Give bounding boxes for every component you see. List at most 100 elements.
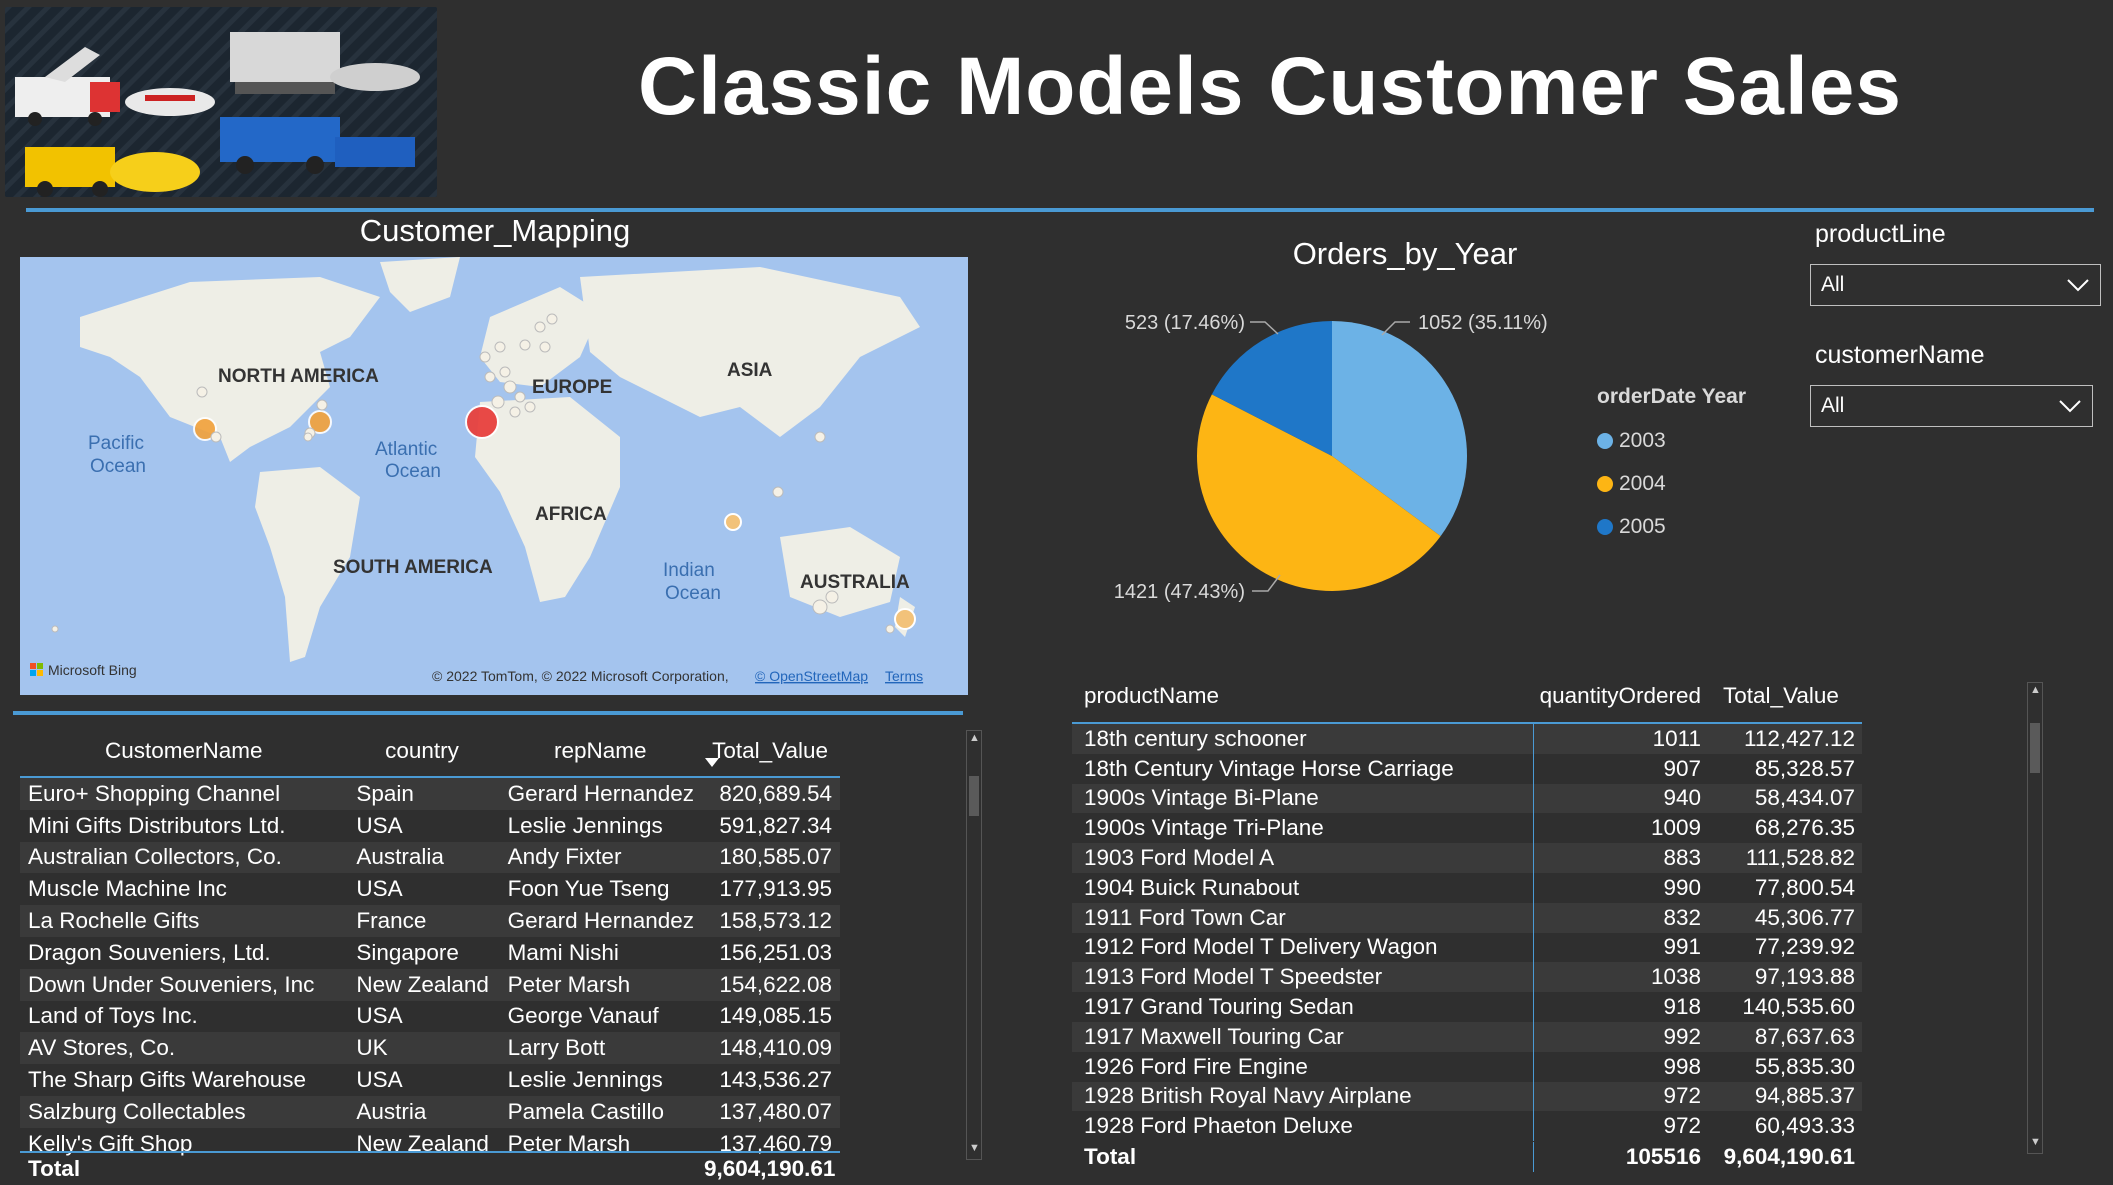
cell-quantity-ordered: 832 [1663,904,1701,930]
table-row[interactable]: Land of Toys Inc. USA George Vanauf 149,085… [20,1001,840,1033]
table-row[interactable]: 1928 British Royal Navy Airplane 972 94,88… [1072,1081,1862,1112]
customer-bubble [491,395,505,409]
world-map[interactable]: NORTH AMERICA EUROPE ASIA AFRICA SOUTH A… [20,257,968,695]
table-row[interactable]: Dragon Souveniers, Ltd. Singapore Mami Nis… [20,937,840,969]
col-header-product-name[interactable]: productName [1072,670,1534,722]
legend-item-2004[interactable]: 2004 [1597,462,1746,505]
table-row[interactable]: 1917 Maxwell Touring Car 992 87,637.63 [1072,1021,1862,1052]
table-row[interactable]: 1911 Ford Town Car 832 45,306.77 [1072,902,1862,933]
table-row[interactable]: Australian Collectors, Co. Australia Andy … [20,841,840,874]
cell-rep-name: Leslie Jennings [507,1067,663,1093]
table-row[interactable]: 1917 Grand Touring Sedan 918 140,535.60 [1072,992,1862,1022]
customer-table-scrollbar[interactable]: ▲ ▼ [966,730,982,1160]
customer-name-slicer-label: customerName [1815,341,1985,369]
table-row[interactable]: Euro+ Shopping Channel Spain Gerard Hernan… [20,778,840,810]
cell-country: New Zealand [356,971,489,997]
col-header-total-value[interactable]: Total_Value [1707,683,1857,709]
table-row[interactable]: 1912 Ford Model T Delivery Wagon 991 77,23… [1072,932,1862,963]
table-row[interactable]: Muscle Machine Inc USA Foon Yue Tseng 177,9… [20,873,840,905]
cell-customer-name: Dragon Souveniers, Ltd. [28,939,271,965]
cell-rep-name: Gerard Hernandez [507,908,695,934]
pie-chart[interactable]: 1052 (35.11%) 523 (17.46%) 1421 (47.43%) [1060,290,1580,630]
col-header-customer-name[interactable]: CustomerName [20,738,348,764]
customer-table-header: CustomerName country repName Total_Value [20,726,840,778]
table-row[interactable]: 1900s Vintage Tri-Plane 1009 68,276.35 [1072,813,1862,844]
product-line-dropdown[interactable]: All [1810,264,2101,306]
legend-item-2005[interactable]: 2005 [1597,505,1746,548]
ocean-indian-2: Ocean [665,583,721,604]
table-row[interactable]: The Sharp Gifts Warehouse USA Leslie Jenni… [20,1064,840,1096]
product-line-selected: All [1821,273,1845,296]
table-row[interactable]: La Rochelle Gifts France Gerard Hernandez 1… [20,905,840,937]
table-row[interactable]: 1904 Buick Runabout 990 77,800.54 [1072,872,1862,903]
customer-name-dropdown[interactable]: All [1810,385,2093,427]
cell-country: USA [356,1067,403,1093]
bing-label: Microsoft Bing [48,662,137,678]
map-attribution: © 2022 TomTom, © 2022 Microsoft Corporat… [432,668,729,684]
map-terms-link[interactable]: Terms [885,668,923,684]
table-row[interactable]: Down Under Souveniers, Inc New Zealand Pet… [20,968,840,1001]
cell-total-value: 137,480.07 [719,1098,832,1124]
cell-quantity-ordered: 883 [1663,845,1701,871]
scroll-up-icon[interactable]: ▲ [969,733,980,744]
orders-by-year-chart[interactable]: 1052 (35.11%) 523 (17.46%) 1421 (47.43%) [1060,290,1580,635]
col-header-rep-name[interactable]: repName [496,738,700,764]
col-header-country[interactable]: country [348,738,497,764]
cell-country: Singapore [356,939,459,965]
cell-product-name: 1926 Ford Fire Engine [1072,1051,1534,1082]
cell-customer-name: AV Stores, Co. [28,1035,176,1061]
col-header-total-value[interactable]: Total_Value [700,738,840,764]
cell-product-name: 18th century schooner [1072,724,1534,754]
cell-total-value: 156,251.03 [719,939,832,965]
product-table-scrollbar[interactable]: ▲ ▼ [2027,682,2043,1154]
map-title: Customer_Mapping [359,213,631,248]
customer-bubble [499,366,511,378]
product-table: productName quantityOrdered Total_Value … [1072,670,1862,1142]
cell-customer-name: Mini Gifts Distributors Ltd. [28,812,286,838]
customer-bubble [539,341,551,353]
table-row[interactable]: 18th Century Vintage Horse Carriage 907 85… [1072,753,1862,784]
cell-quantity-ordered: 1009 [1650,815,1701,841]
scroll-down-icon[interactable]: ▼ [969,1143,980,1154]
table-row[interactable]: 1903 Ford Model A 883 111,528.82 [1072,843,1862,873]
product-table-scroll-thumb[interactable] [2030,723,2040,773]
continent-africa: AFRICA [535,504,607,525]
col-header-quantity-ordered[interactable]: quantityOrdered [1534,683,1707,709]
customer-table-scroll-thumb[interactable] [969,776,979,816]
cell-total-value: 58,434.07 [1754,785,1855,811]
table-row[interactable]: 1913 Ford Model T Speedster 1038 97,193.88 [1072,962,1862,993]
table-row[interactable]: 1928 Ford Phaeton Deluxe 972 60,493.33 [1072,1111,1862,1142]
scroll-up-icon[interactable]: ▲ [2030,685,2041,696]
table-row[interactable]: 1900s Vintage Bi-Plane 940 58,434.07 [1072,783,1862,814]
cell-rep-name: Larry Bott [507,1035,606,1061]
customer-bubble [825,590,839,604]
pie-label-2005: 523 (17.46%) [1125,312,1245,334]
header-image-toy-cars [5,7,437,197]
ocean-atlantic-2: Ocean [385,461,441,482]
table-row[interactable]: 18th century schooner 1011 112,427.12 [1072,724,1862,754]
cell-country: Australia [356,844,444,870]
table-row[interactable]: AV Stores, Co. UK Larry Bott 148,410.09 [20,1032,840,1065]
scroll-down-icon[interactable]: ▼ [2030,1137,2041,1148]
openstreetmap-link[interactable]: © OpenStreetMap [755,668,868,684]
cell-customer-name: La Rochelle Gifts [28,908,200,934]
cell-product-name: 1900s Vintage Bi-Plane [1072,783,1534,814]
sort-descending-icon[interactable] [705,758,719,767]
legend-item-2003[interactable]: 2003 [1597,419,1746,462]
customer-bubble [210,431,222,443]
chevron-down-icon [2059,400,2081,413]
table-row[interactable]: Mini Gifts Distributors Ltd. USA Leslie Je… [20,810,840,842]
customer-bubble [514,391,526,403]
cell-total-value: 820,689.54 [719,780,832,806]
pie-slices[interactable] [1197,321,1467,592]
cell-total-value: 148,410.09 [719,1035,832,1061]
cell-total-value: 149,085.15 [719,1003,832,1029]
cell-rep-name: Andy Fixter [507,844,622,870]
cell-rep-name: Foon Yue Tseng [507,876,670,902]
customer-map[interactable]: NORTH AMERICA EUROPE ASIA AFRICA SOUTH A… [20,257,968,695]
legend-dot-icon [1597,518,1613,535]
cell-country: Austria [356,1098,427,1124]
table-row[interactable]: Salzburg Collectables Austria Pamela Casti… [20,1095,840,1128]
table-row[interactable]: 1926 Ford Fire Engine 998 55,835.30 [1072,1051,1862,1082]
customer-bubble [494,341,506,353]
